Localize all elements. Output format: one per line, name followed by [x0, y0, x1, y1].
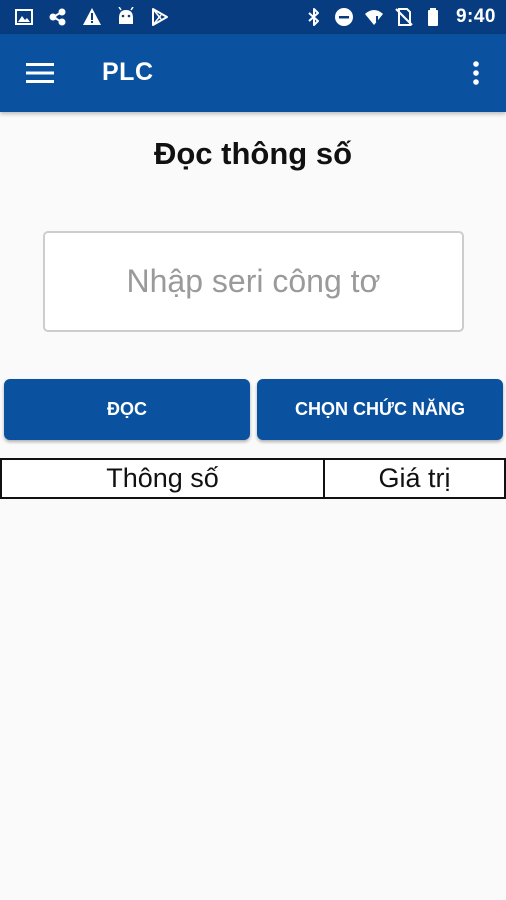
do-not-disturb-icon	[334, 7, 354, 27]
play-store-icon	[150, 7, 170, 27]
battery-icon	[424, 7, 444, 27]
share-icon	[48, 7, 68, 27]
table-header-parameter: Thông số	[0, 458, 325, 499]
serial-number-input[interactable]	[43, 231, 464, 332]
choose-function-button[interactable]: CHỌN CHỨC NĂNG	[257, 379, 503, 440]
app-bar: PLC	[0, 34, 506, 112]
page-title: Đọc thông số	[153, 136, 353, 171]
result-table: Thông số Giá trị	[0, 458, 506, 499]
image-icon	[14, 7, 34, 27]
app-title: PLC	[102, 58, 154, 86]
status-time: 9:40	[455, 6, 496, 27]
more-vert-icon[interactable]	[464, 56, 488, 90]
status-bar-right: 9:40	[304, 6, 496, 28]
status-bar-left	[14, 7, 170, 27]
table-header-value: Giá trị	[325, 458, 506, 499]
android-icon	[116, 7, 136, 27]
bluetooth-icon	[304, 7, 324, 27]
status-bar: 9:40	[0, 0, 506, 34]
warning-icon	[82, 7, 102, 27]
read-button[interactable]: ĐỌC	[4, 379, 250, 440]
no-sim-icon	[394, 7, 414, 27]
wifi-icon	[364, 7, 384, 27]
hamburger-menu-icon[interactable]	[22, 56, 58, 90]
